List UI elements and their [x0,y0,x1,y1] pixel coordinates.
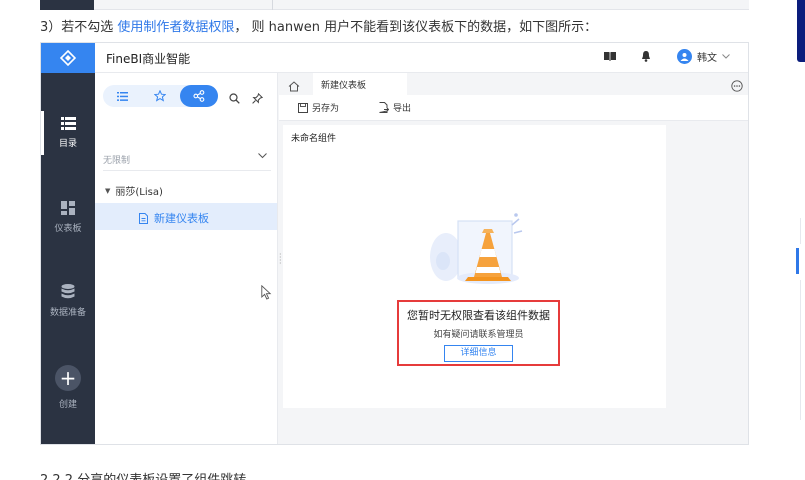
star-icon [154,90,166,102]
nav-label-catalog: 目录 [58,139,77,149]
nav-item-dashboard[interactable]: 仪表板 [41,189,95,245]
chevron-down-icon [722,54,730,59]
search-icon[interactable] [229,89,240,108]
finebi-screenshot: 目录 仪表板 数据准备 + 创建 FineBI商业智能 韩文 无限制 ▼ 丽莎(… [40,42,749,445]
plus-icon: + [55,364,81,391]
no-permission-subtitle: 如有疑问请联系管理员 [433,330,524,340]
permission-doc-link[interactable]: 使用制作者数据权限 [117,20,234,35]
nav-label-data-prep: 数据准备 [49,308,86,318]
home-icon[interactable] [288,77,300,96]
caret-down-icon: ▼ [105,186,111,195]
widget-canvas: 未命名组件 您暂时无权限查看该组件数据 如有疑问请联系管理员 详细信息 [283,125,666,408]
nav-item-catalog[interactable]: 目录 [41,105,95,161]
save-as-button[interactable]: 另存为 [298,101,339,114]
tree-dashboard-item[interactable]: 新建仪表板 [139,210,209,226]
save-icon [298,102,308,113]
toc-rail-line [800,218,801,244]
app-title: FineBI商业智能 [106,52,191,66]
pin-icon[interactable] [252,89,264,108]
user-name: 韩文 [697,53,717,64]
export-button[interactable]: 导出 [379,101,411,114]
mouse-cursor-icon [261,285,272,300]
toc-rail-line-lower [800,280,801,420]
dashboard-tab-strip: 新建仪表板 [279,73,748,96]
database-icon [61,284,75,299]
export-label: 导出 [393,104,412,114]
app-sidebar: 目录 仪表板 数据准备 + 创建 [41,43,95,444]
directory-view-tabs [103,85,218,107]
list-icon [60,117,76,130]
tab-all-list[interactable] [103,85,141,107]
dashboard-icon [61,200,75,215]
nav-item-create[interactable]: + 创建 [41,359,95,415]
tree-item-label: 新建仪表板 [154,212,209,225]
toc-active-marker [796,248,799,274]
save-as-label: 另存为 [312,104,340,114]
floating-widget-edge[interactable] [797,0,805,62]
nav-item-data-prep[interactable]: 数据准备 [41,273,95,329]
document-icon [139,212,148,224]
detail-info-button[interactable]: 详细信息 [444,345,513,362]
nav-label-dashboard: 仪表板 [54,223,82,234]
dashboard-toolbar: 另存为 导出 [279,95,748,121]
previous-screenshot-edge [40,0,749,10]
export-icon [379,102,389,113]
filter-label: 无限制 [103,156,131,166]
no-permission-title: 您暂时无权限查看该组件数据 [407,309,550,322]
user-avatar-icon [677,49,692,64]
previous-divider [272,0,273,10]
owner-name: 丽莎(Lisa) [115,187,163,198]
user-menu[interactable]: 韩文 [677,49,730,64]
intro-prefix: 3）若不勾选 [40,20,118,35]
app-header: FineBI商业智能 韩文 [95,43,748,73]
owner-filter-select[interactable]: 无限制 [103,153,271,171]
no-permission-message-box: 您暂时无权限查看该组件数据 如有疑问请联系管理员 详细信息 [397,300,560,366]
directory-panel: 无限制 ▼ 丽莎(Lisa) 新建仪表板 [95,73,278,444]
widget-title: 未命名组件 [291,134,337,144]
no-permission-illustration-icon [430,213,523,284]
tab-favorites[interactable] [141,85,179,107]
chevron-down-icon [258,153,267,159]
nav-active-indicator [41,111,44,155]
next-section-heading: 2.2.2 分享的仪表板设置了组件跳转 [40,469,246,480]
intro-paragraph: 3）若不勾选 使用制作者数据权限， 则 hanwen 用户不能看到该仪表板下的数… [40,16,597,35]
intro-suffix: ， 则 hanwen 用户不能看到该仪表板下的数据，如下图所示： [234,20,598,35]
nav-label-create: 创建 [58,399,77,410]
tab-shared[interactable] [180,85,218,107]
tab-new-dashboard[interactable]: 新建仪表板 [313,73,407,95]
previous-sidebar-edge [40,0,94,10]
logo-icon [60,50,76,66]
app-logo[interactable] [41,43,95,73]
help-book-icon[interactable] [604,51,616,64]
notification-bell-icon[interactable] [641,51,651,65]
list-view-icon [116,91,128,101]
share-icon [193,90,205,102]
dashboard-area: 新建仪表板 另存为 导出 未命名组件 您暂时无权限查看该组件数据 如有疑问请联系… [279,73,748,444]
more-options-icon[interactable] [731,77,743,96]
tree-owner-node[interactable]: ▼ 丽莎(Lisa) [105,183,163,199]
